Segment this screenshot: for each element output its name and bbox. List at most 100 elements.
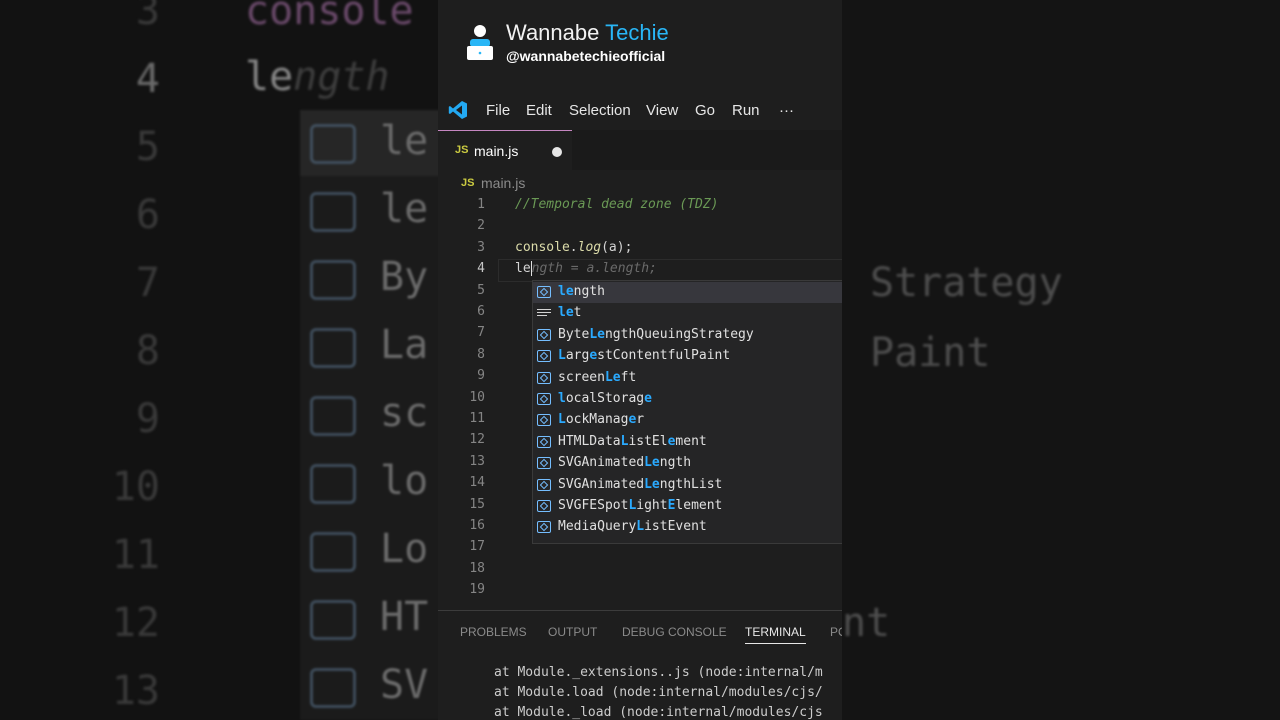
bg-variable-icon	[310, 532, 356, 572]
tab-problems[interactable]: PROBLEMS	[460, 625, 527, 639]
bg-suggestion-text: sc	[380, 390, 429, 436]
unsaved-dot-icon[interactable]	[552, 147, 562, 157]
suggestion-text: ight	[636, 498, 668, 513]
bg-code-line: length	[245, 54, 390, 100]
suggestion-item[interactable]: MediaQueryListEvent	[533, 517, 842, 538]
suggestion-item[interactable]: LargestContentfulPaint	[533, 346, 842, 367]
bg-suggestion-text: lo	[380, 458, 429, 504]
terminal-line-1: at Module._extensions..js (node:internal…	[494, 665, 823, 680]
bg-line-number: 5	[135, 124, 160, 170]
code-console: console	[515, 240, 570, 255]
suggestion-label: LockManager	[558, 412, 644, 427]
suggestion-item[interactable]: let	[533, 303, 842, 324]
suggestion-match: L	[558, 348, 566, 364]
variable-icon	[537, 371, 551, 384]
line-number: 14	[469, 475, 485, 491]
breadcrumb: JS main.js	[438, 172, 842, 194]
bg-suggestion-text: La	[380, 322, 429, 368]
breadcrumb-javascript-icon: JS	[461, 177, 475, 189]
suggestion-label: screenLeft	[558, 370, 636, 385]
tab-output[interactable]: OUTPUT	[548, 625, 597, 639]
variable-icon	[537, 500, 551, 512]
suggestion-text: Byte	[558, 326, 590, 342]
suggestion-label: LargestContentfulPaint	[558, 348, 730, 363]
line-number: 4	[477, 261, 485, 277]
bg-suggestion-text: Lo	[380, 526, 429, 572]
bg-right-text-1: Strategy	[870, 260, 1063, 306]
brand-title-part2: Techie	[605, 20, 669, 45]
bg-suggestion-text: le	[380, 186, 429, 232]
bg-variable-icon	[310, 600, 356, 640]
bg-variable-icon	[310, 396, 356, 436]
menu-more-button[interactable]: ···	[779, 102, 794, 119]
brand-header: Wannabe Techie @wannabetechieofficial	[438, 0, 842, 95]
bg-suggestion-text: SV	[380, 662, 429, 708]
suggestion-item[interactable]: ByteLengthQueuingStrategy	[533, 325, 842, 346]
suggestion-item[interactable]: SVGAnimatedLengthList	[533, 475, 842, 496]
bg-line-number: 4	[135, 56, 160, 102]
suggestion-match: L	[636, 519, 645, 535]
bg-line-number: 11	[111, 532, 160, 578]
menu-edit[interactable]: Edit	[526, 102, 552, 119]
line-number: 8	[477, 346, 485, 362]
variable-icon	[537, 478, 551, 491]
bg-variable-icon	[310, 192, 356, 232]
brand-title: Wannabe Techie	[506, 20, 669, 46]
suggestion-item[interactable]: SVGFESpotLightElement	[533, 496, 842, 517]
menu-selection[interactable]: Selection	[569, 102, 631, 119]
tab-ports[interactable]: PO	[830, 625, 842, 639]
variable-icon	[537, 328, 551, 341]
suggestion-match: Le	[644, 455, 660, 471]
suggestion-item[interactable]: localStorage	[533, 389, 842, 410]
suggestion-text: lement	[675, 498, 723, 513]
suggestion-label: localStorage	[558, 391, 652, 406]
suggestion-text: SVGAnimated	[558, 476, 645, 492]
suggestion-item[interactable]: SVGAnimatedLength	[533, 453, 842, 474]
menu-file[interactable]: File	[486, 102, 510, 119]
bg-suggestion-text: le	[380, 118, 429, 164]
terminal-line-2: at Module.load (node:internal/modules/cj…	[494, 685, 823, 700]
suggestion-item[interactable]: screenLeft	[533, 368, 842, 389]
bg-line-number: 8	[135, 328, 160, 374]
variable-icon	[537, 521, 551, 534]
variable-icon	[537, 457, 551, 470]
suggestion-text: ocalStorag	[565, 391, 645, 406]
suggestion-match: Le	[604, 369, 621, 385]
javascript-file-icon: JS	[455, 144, 469, 156]
tab-terminal[interactable]: TERMINAL	[745, 625, 806, 644]
bg-code-top: console	[245, 0, 414, 34]
bg-code-typed: le	[245, 54, 294, 100]
tab-debug-console[interactable]: DEBUG CONSOLE	[622, 625, 727, 639]
bg-suggestion-text: By	[380, 254, 429, 300]
bottom-panel: PROBLEMS OUTPUT DEBUG CONSOLE TERMINAL P…	[438, 610, 842, 720]
suggestion-match: e	[644, 391, 652, 406]
code-log-fn: log	[577, 240, 602, 255]
bg-code-ghost: ngth	[293, 54, 390, 100]
brand-handle: @wannabetechieofficial	[506, 48, 666, 64]
tab-main-js[interactable]: JS main.js	[438, 130, 572, 171]
suggestion-item[interactable]: HTMLDataListElement	[533, 432, 842, 453]
line-number: 15	[469, 496, 485, 512]
suggestion-item[interactable]: length	[533, 282, 842, 303]
suggestion-text: ngth	[573, 284, 605, 299]
line-number: 11	[469, 411, 485, 426]
vscode-window: Wannabe Techie @wannabetechieofficial Fi…	[438, 0, 842, 720]
terminal-line-3: at Module._load (node:internal/modules/c…	[494, 705, 823, 720]
breadcrumb-filename[interactable]: main.js	[481, 175, 525, 191]
suggestion-text: ngthQueuingStrategy	[604, 326, 754, 342]
menu-go[interactable]: Go	[695, 102, 715, 119]
suggestion-text: MediaQuery	[558, 519, 637, 535]
techie-avatar-icon	[467, 25, 493, 60]
menu-bar: File Edit Selection View Go Run ···	[438, 95, 842, 127]
menu-view[interactable]: View	[646, 102, 678, 119]
code-line-1: //Temporal dead zone (TDZ)	[515, 197, 719, 212]
suggestion-item[interactable]: LockManager	[533, 410, 842, 431]
line-number: 19	[469, 582, 485, 598]
menu-run[interactable]: Run	[732, 102, 760, 119]
line-number: 7	[477, 325, 485, 341]
line-number: 6	[477, 304, 485, 319]
line-number: 9	[477, 368, 485, 384]
code-line-3: console.log(a);	[515, 240, 632, 255]
suggestion-label: SVGAnimatedLengthList	[558, 477, 722, 492]
variable-icon	[537, 286, 551, 298]
